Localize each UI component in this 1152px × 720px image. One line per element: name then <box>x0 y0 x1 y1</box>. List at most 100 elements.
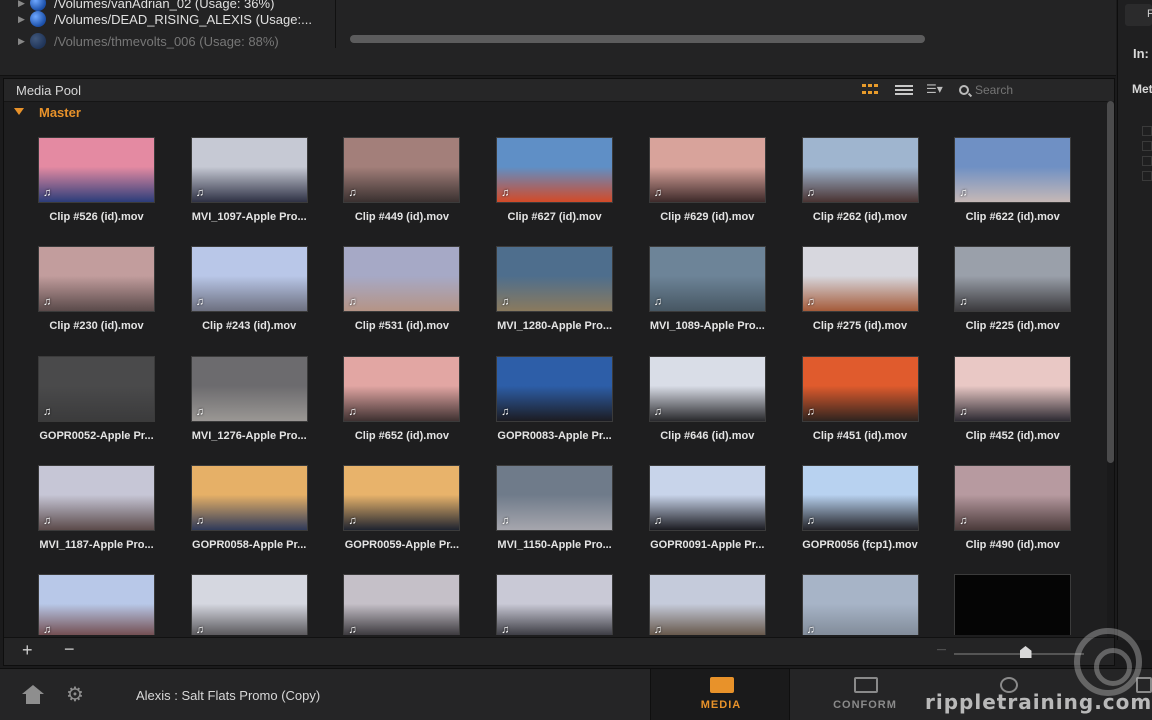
clip-preview-image[interactable]: ♫ <box>801 574 919 635</box>
clip-preview-image[interactable]: ♫ <box>496 574 614 635</box>
list-view-icon[interactable] <box>895 82 913 98</box>
clip-thumbnail[interactable]: ♫ Clip #230 (id).mov <box>24 232 159 336</box>
clip-preview-image[interactable]: ♫ <box>38 246 155 313</box>
metadata-checkbox[interactable] <box>1142 156 1152 166</box>
clip-preview-image[interactable]: ♫ <box>343 464 461 531</box>
metadata-checkbox[interactable] <box>1142 171 1152 181</box>
clip-preview-image[interactable]: ♫ <box>648 246 766 313</box>
vertical-scrollbar[interactable] <box>1107 101 1114 637</box>
clip-thumbnail[interactable]: ♫ Clip #646 (id).mov <box>635 342 770 446</box>
clip-preview-image[interactable]: ♫ <box>648 574 766 635</box>
clip-preview-image[interactable]: ♫ <box>801 246 919 313</box>
zoom-slider-handle[interactable] <box>1019 646 1032 658</box>
clip-thumbnail[interactable]: ♫ Clip #490 (id).mov <box>940 451 1075 555</box>
right-panel-button[interactable]: F <box>1125 4 1152 26</box>
clip-preview-image[interactable]: ♫ <box>954 137 1072 203</box>
clip-thumbnail[interactable]: ♫ Clip #629 (id).mov <box>635 123 770 227</box>
clip-thumbnail[interactable]: ♫ MVI_1097-Apple Pro... <box>177 123 312 227</box>
clip-preview-image[interactable]: ♫ <box>38 137 155 203</box>
vertical-scrollbar-thumb[interactable] <box>1107 101 1114 463</box>
clip-preview-image[interactable] <box>954 574 1072 635</box>
clip-thumbnail[interactable] <box>940 560 1075 635</box>
clip-thumbnail[interactable]: ♫ <box>788 560 923 635</box>
clip-preview-image[interactable]: ♫ <box>343 574 461 635</box>
clip-thumbnail[interactable]: ♫ MVI_1150-Apple Pro... <box>482 451 617 555</box>
clip-thumbnail[interactable]: ♫ <box>482 560 617 635</box>
clip-preview-image[interactable]: ♫ <box>648 464 766 531</box>
clip-preview-image[interactable]: ♫ <box>496 355 614 422</box>
clip-preview-image[interactable]: ♫ <box>190 574 308 635</box>
clip-preview-image[interactable]: ♫ <box>801 137 919 203</box>
expand-caret-icon[interactable]: ▶ <box>18 0 30 9</box>
clip-preview-image[interactable]: ♫ <box>190 137 308 203</box>
clip-thumbnail[interactable]: ♫ Clip #452 (id).mov <box>940 342 1075 446</box>
metadata-tab[interactable]: Met <box>1132 82 1152 96</box>
search-input[interactable] <box>975 83 1095 97</box>
clip-thumbnail[interactable]: ♫ GOPR0056 (fcp1).mov <box>788 451 923 555</box>
clip-thumbnail[interactable]: ♫ MVI_1089-Apple Pro... <box>635 232 770 336</box>
sort-menu-icon[interactable]: ☰▾ <box>926 82 954 98</box>
volume-row[interactable]: ▶ /Volumes/thmevolts_006 (Usage: 88%) <box>18 31 279 51</box>
clip-thumbnail[interactable]: ♫ <box>177 560 312 635</box>
search-field[interactable] <box>959 81 1109 99</box>
clip-thumbnail[interactable]: ♫ Clip #225 (id).mov <box>940 232 1075 336</box>
clip-preview-image[interactable]: ♫ <box>38 355 155 422</box>
gear-icon[interactable]: ⚙ <box>66 685 86 705</box>
panel-divider[interactable] <box>335 0 336 48</box>
clip-thumbnail[interactable]: ♫ MVI_1280-Apple Pro... <box>482 232 617 336</box>
clip-preview-image[interactable]: ♫ <box>801 355 919 422</box>
thumbnail-zoom-slider[interactable] <box>954 653 1084 655</box>
clip-thumbnail[interactable]: ♫ GOPR0059-Apple Pr... <box>329 451 464 555</box>
home-icon[interactable] <box>22 685 44 705</box>
clip-thumbnail[interactable]: ♫ Clip #531 (id).mov <box>329 232 464 336</box>
clip-thumbnail[interactable]: ♫ GOPR0058-Apple Pr... <box>177 451 312 555</box>
clip-preview-image[interactable]: ♫ <box>648 355 766 422</box>
clip-preview-image[interactable]: ♫ <box>343 355 461 422</box>
clip-preview-image[interactable]: ♫ <box>38 464 155 531</box>
clip-preview-image[interactable]: ♫ <box>190 355 308 422</box>
add-bin-button[interactable]: + <box>22 640 33 661</box>
clip-thumbnail[interactable]: ♫ Clip #622 (id).mov <box>940 123 1075 227</box>
clip-preview-image[interactable]: ♫ <box>496 464 614 531</box>
metadata-checkbox[interactable] <box>1142 126 1152 136</box>
clip-thumbnail[interactable]: ♫ Clip #451 (id).mov <box>788 342 923 446</box>
clip-thumbnail[interactable]: ♫ MVI_1276-Apple Pro... <box>177 342 312 446</box>
clip-thumbnail[interactable]: ♫ Clip #449 (id).mov <box>329 123 464 227</box>
clip-thumbnail[interactable]: ♫ <box>24 560 159 635</box>
clip-preview-image[interactable]: ♫ <box>343 246 461 313</box>
bin-collapse-caret-icon[interactable] <box>14 108 24 115</box>
clip-thumbnail[interactable]: ♫ <box>329 560 464 635</box>
clip-thumbnail[interactable]: ♫ Clip #627 (id).mov <box>482 123 617 227</box>
clip-thumbnail[interactable]: ♫ Clip #526 (id).mov <box>24 123 159 227</box>
clip-thumbnail[interactable]: ♫ MVI_1187-Apple Pro... <box>24 451 159 555</box>
clip-preview-image[interactable]: ♫ <box>954 246 1072 313</box>
bin-row[interactable]: Master <box>4 101 1114 123</box>
clip-preview-image[interactable]: ♫ <box>496 137 614 203</box>
clip-thumbnail[interactable]: ♫ GOPR0052-Apple Pr... <box>24 342 159 446</box>
metadata-checkbox[interactable] <box>1142 141 1152 151</box>
clip-thumbnail[interactable]: ♫ GOPR0091-Apple Pr... <box>635 451 770 555</box>
clip-thumbnail[interactable]: ♫ <box>635 560 770 635</box>
clip-preview-image[interactable]: ♫ <box>496 246 614 313</box>
clip-thumbnail[interactable]: ♫ Clip #243 (id).mov <box>177 232 312 336</box>
clip-thumbnail[interactable]: ♫ GOPR0083-Apple Pr... <box>482 342 617 446</box>
bin-master-label[interactable]: Master <box>39 105 81 120</box>
expand-caret-icon[interactable]: ▶ <box>18 14 30 25</box>
clip-preview-image[interactable]: ♫ <box>954 355 1072 422</box>
thumbnail-view-icon[interactable] <box>861 82 879 98</box>
clip-preview-image[interactable]: ♫ <box>190 246 308 313</box>
clip-preview-image[interactable]: ♫ <box>954 464 1072 531</box>
clip-preview-image[interactable]: ♫ <box>190 464 308 531</box>
clip-preview-image[interactable]: ♫ <box>38 574 155 635</box>
remove-bin-button[interactable]: − <box>64 639 75 660</box>
horizontal-scrollbar[interactable] <box>350 35 925 43</box>
clip-thumbnail[interactable]: ♫ Clip #275 (id).mov <box>788 232 923 336</box>
tab-media[interactable]: MEDIA <box>650 669 790 720</box>
clip-preview-image[interactable]: ♫ <box>343 137 461 203</box>
tab-conform[interactable]: CONFORM <box>795 669 935 720</box>
clip-preview-image[interactable]: ♫ <box>801 464 919 531</box>
clip-preview-image[interactable]: ♫ <box>648 137 766 203</box>
horizontal-scrollbar-thumb[interactable] <box>350 35 925 43</box>
clip-thumbnail[interactable]: ♫ Clip #262 (id).mov <box>788 123 923 227</box>
clip-thumbnail[interactable]: ♫ Clip #652 (id).mov <box>329 342 464 446</box>
